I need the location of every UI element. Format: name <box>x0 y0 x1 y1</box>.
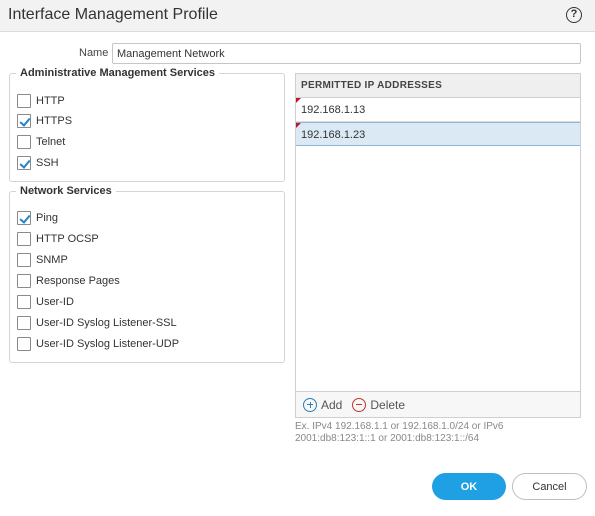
edited-marker-icon <box>296 123 301 128</box>
ip-value: 192.168.1.23 <box>301 129 366 141</box>
checkbox-http-ocsp[interactable]: HTTP OCSP <box>17 231 99 247</box>
admin-services-legend: Administrative Management Services <box>20 67 216 79</box>
edited-marker-icon <box>296 98 301 103</box>
checkbox-label: Telnet <box>36 136 66 148</box>
checkbox-label: Ping <box>36 212 59 224</box>
ip-row-selected[interactable]: 192.168.1.23 <box>296 122 580 146</box>
checkbox-label: Response Pages <box>36 275 120 287</box>
dialog-title-bar: Interface Management Profile ? <box>0 0 595 32</box>
checkbox-ping[interactable]: Ping <box>17 210 58 226</box>
checkbox-box[interactable] <box>17 211 31 225</box>
checkbox-box[interactable] <box>17 337 31 351</box>
checkbox-response-pages[interactable]: Response Pages <box>17 273 120 289</box>
checkbox-box[interactable] <box>17 232 31 246</box>
checkbox-label: HTTPS <box>36 115 73 127</box>
checkbox-telnet[interactable]: Telnet <box>17 134 65 150</box>
ip-format-hint: Ex. IPv4 192.168.1.1 or 192.168.1.0/24 o… <box>295 421 504 444</box>
checkbox-label: User-ID Syslog Listener-SSL <box>36 317 177 329</box>
checkbox-http[interactable]: HTTP <box>17 93 65 109</box>
checkbox-box[interactable] <box>17 253 31 267</box>
name-label: Name <box>79 47 109 59</box>
add-button[interactable]: Add <box>303 397 343 412</box>
plus-circle-icon <box>303 397 317 412</box>
checkbox-box[interactable] <box>17 135 31 149</box>
checkbox-ssh[interactable]: SSH <box>17 155 59 171</box>
checkbox-box[interactable] <box>17 114 31 128</box>
checkbox-box[interactable] <box>17 94 31 108</box>
minus-circle-icon <box>352 397 367 412</box>
checkbox-user-id-syslog-udp[interactable]: User-ID Syslog Listener-UDP <box>17 336 179 352</box>
add-label: Add <box>321 397 343 412</box>
network-services-legend: Network Services <box>20 185 112 197</box>
checkbox-label: HTTP <box>36 95 65 107</box>
cancel-button[interactable]: Cancel <box>512 473 587 500</box>
checkbox-label: User-ID <box>36 296 74 308</box>
checkbox-https[interactable]: HTTPS <box>17 113 72 129</box>
checkbox-label: SNMP <box>36 254 68 266</box>
permitted-ip-panel: PERMITTED IP ADDRESSES 192.168.1.13 192.… <box>295 73 581 418</box>
delete-label: Delete <box>370 397 406 412</box>
checkbox-user-id-syslog-ssl[interactable]: User-ID Syslog Listener-SSL <box>17 315 177 331</box>
checkbox-snmp[interactable]: SNMP <box>17 252 68 268</box>
checkbox-box[interactable] <box>17 316 31 330</box>
ip-row[interactable]: 192.168.1.13 <box>296 98 580 122</box>
checkbox-label: SSH <box>36 157 59 169</box>
permitted-ip-header[interactable]: PERMITTED IP ADDRESSES <box>296 74 580 98</box>
ip-footer-toolbar: Add Delete <box>296 391 580 417</box>
dialog-title: Interface Management Profile <box>8 6 218 23</box>
checkbox-user-id[interactable]: User-ID <box>17 294 74 310</box>
checkbox-box[interactable] <box>17 274 31 288</box>
checkbox-label: User-ID Syslog Listener-UDP <box>36 338 180 350</box>
checkbox-box[interactable] <box>17 295 31 309</box>
checkbox-box[interactable] <box>17 156 31 170</box>
ok-button[interactable]: OK <box>432 473 506 500</box>
help-icon[interactable]: ? <box>566 7 582 23</box>
ip-value: 192.168.1.13 <box>301 104 366 116</box>
name-input[interactable] <box>112 43 581 64</box>
checkbox-label: HTTP OCSP <box>36 233 99 245</box>
delete-button[interactable]: Delete <box>352 397 406 412</box>
